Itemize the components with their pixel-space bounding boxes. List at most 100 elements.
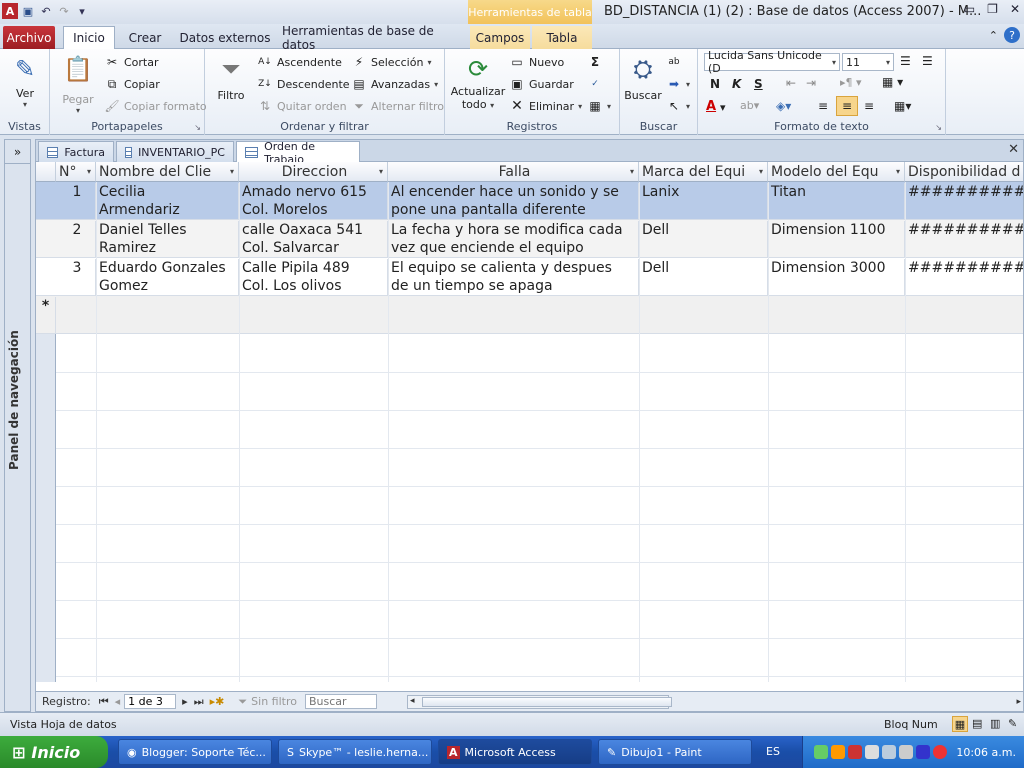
numbering-icon[interactable]: ☰ (922, 54, 933, 68)
dropdown-arrow-icon[interactable]: ▾ (379, 167, 383, 176)
font-color-icon[interactable]: A (706, 99, 716, 114)
last-record-icon[interactable]: ⏭ (194, 695, 204, 709)
no-filter-icon[interactable]: ⏷ (238, 695, 247, 709)
sort-descending-button[interactable]: Z↓ Descendente (257, 76, 349, 92)
cell-modelo[interactable]: Dimension 3000 (768, 259, 905, 295)
selection-button[interactable]: ⚡ Selección ▾ (351, 54, 432, 70)
cell-disponibilidad[interactable]: ############ (905, 259, 1023, 295)
taskbar-item-blogger[interactable]: ◉ Blogger: Soporte Téc... (118, 739, 272, 765)
filter-status[interactable]: Sin filtro (251, 695, 297, 708)
minimize-ribbon-icon[interactable]: ⌃ (989, 29, 998, 42)
underline-button[interactable]: S (754, 77, 763, 91)
help-icon[interactable]: ? (1004, 27, 1020, 43)
close-document-icon[interactable]: ✕ (1008, 142, 1019, 157)
format-painter-button[interactable]: 🖌 Copiar formato (104, 98, 206, 114)
align-center-icon[interactable]: ≡ (836, 96, 858, 116)
design-view-icon[interactable]: ✎ (1008, 717, 1017, 730)
font-family-combo[interactable]: Lucida Sans Unicode (D ▾ (704, 49, 840, 75)
dialog-launcher-icon[interactable]: ↘ (935, 123, 942, 132)
tab-crear[interactable]: Crear (122, 26, 168, 49)
cell-n[interactable]: 1 (56, 183, 96, 219)
nav-pane-toggle[interactable]: » (5, 140, 30, 164)
column-header-disponibilidad[interactable]: Disponibilidad d (905, 162, 1023, 182)
tab-datos-externos[interactable]: Datos externos (176, 26, 274, 49)
select-button[interactable]: ↖ ▾ (666, 98, 690, 114)
totals-button[interactable]: Σ (587, 54, 603, 70)
paragraph-direction-icon[interactable]: ▸¶ ▾ (840, 76, 862, 89)
dropdown-arrow-icon[interactable]: ▾ (87, 167, 91, 176)
sort-ascending-button[interactable]: A↓ Ascendente (257, 54, 342, 70)
next-record-icon[interactable]: ▸ (182, 695, 188, 708)
pivot-chart-icon[interactable]: ▥ (990, 717, 1000, 730)
column-header-modelo[interactable]: Modelo del Equ ▾ (768, 162, 905, 182)
cell-falla[interactable]: Al encender hace un sonido y se pone una… (388, 183, 639, 219)
access-icon[interactable]: A (2, 3, 18, 19)
dropdown-arrow-icon[interactable]: ▾ (759, 167, 763, 176)
antivirus-icon[interactable] (848, 745, 863, 759)
redo-icon[interactable]: ↷ (56, 3, 72, 19)
taskbar-item-access[interactable]: A Microsoft Access (438, 739, 592, 765)
tab-herramientas-bd[interactable]: Herramientas de base de datos (282, 24, 458, 52)
doc-tab-orden-trabajo[interactable]: Orden de Trabajo (236, 140, 360, 166)
refresh-all-button[interactable]: ⟳ Actualizar todo ▾ (451, 53, 506, 111)
cell-marca[interactable]: Dell (639, 259, 768, 295)
save-record-button[interactable]: ▣ Guardar (509, 76, 573, 92)
cell-falla[interactable]: El equipo se calienta y despues de un ti… (388, 259, 639, 295)
cut-button[interactable]: ✂ Cortar (104, 54, 159, 70)
column-header-direccion[interactable]: Direccion ▾ (239, 162, 388, 182)
taskbar-item-skype[interactable]: S Skype™ - leslie.herna... (278, 739, 432, 765)
tab-tabla[interactable]: Tabla (532, 26, 592, 49)
new-record-nav-icon[interactable]: ▸✱ (210, 695, 225, 708)
font-size-combo[interactable]: 11 ▾ (842, 53, 894, 71)
cell-marca[interactable]: Lanix (639, 183, 768, 219)
align-right-icon[interactable]: ≡ (864, 99, 874, 113)
align-left-icon[interactable]: ≡ (818, 99, 828, 113)
tray-icon[interactable] (831, 745, 846, 759)
cell-disponibilidad[interactable]: ############ (905, 221, 1023, 257)
spelling-button[interactable]: ✓ (587, 76, 603, 92)
doc-tab-inventario[interactable]: INVENTARIO_PC (116, 141, 234, 162)
alt-row-color-icon[interactable]: ▦▾ (894, 99, 911, 113)
restore-icon[interactable]: ❐ (987, 2, 998, 16)
dialog-launcher-icon[interactable]: ↘ (194, 123, 201, 132)
search-input[interactable] (304, 694, 377, 709)
more-records-button[interactable]: ▦ ▾ (587, 98, 611, 114)
cell-modelo[interactable]: Titan (768, 183, 905, 219)
toggle-filter-button[interactable]: ⏷ Alternar filtro (351, 98, 444, 114)
clock[interactable]: 10:06 a.m. (956, 746, 1016, 759)
new-record-button[interactable]: ▭ Nuevo (509, 54, 564, 70)
column-header-nombre[interactable]: Nombre del Clie ▾ (96, 162, 239, 182)
customize-qat-icon[interactable]: ▾ (74, 3, 90, 19)
datasheet-view-icon[interactable]: ▦ (952, 716, 968, 732)
pivot-table-icon[interactable]: ▤ (972, 717, 982, 730)
cell-direccion[interactable]: Amado nervo 615 Col. Morelos (239, 183, 388, 219)
view-button[interactable]: ✎ Ver ▾ (8, 53, 42, 109)
tray-icon[interactable] (916, 745, 931, 759)
bullets-icon[interactable]: ☰ (900, 54, 911, 68)
cell-nombre[interactable]: Daniel Telles Ramirez (96, 221, 239, 257)
tray-icon[interactable] (814, 745, 829, 759)
minimize-icon[interactable]: ▭ (964, 2, 975, 16)
filter-button[interactable]: ⏷ Filtro (211, 53, 251, 102)
volume-icon[interactable] (899, 745, 914, 759)
tab-archivo[interactable]: Archivo (3, 26, 55, 49)
prev-record-icon[interactable]: ◂ (115, 695, 121, 708)
dropdown-arrow-icon[interactable]: ▾ (230, 167, 234, 176)
delete-record-button[interactable]: ✕ Eliminar ▾ (509, 98, 582, 114)
replace-button[interactable]: ab (666, 54, 682, 70)
cell-direccion[interactable]: Calle Pipila 489 Col. Los olivos (239, 259, 388, 295)
cell-n[interactable]: 2 (56, 221, 96, 257)
nav-pane-label[interactable]: Panel de navegación (7, 330, 21, 470)
cell-direccion[interactable]: calle Oaxaca 541 Col. Salvarcar (239, 221, 388, 257)
cell-nombre[interactable]: Eduardo Gonzales Gomez (96, 259, 239, 295)
undo-icon[interactable]: ↶ (38, 3, 54, 19)
scroll-right-icon[interactable]: ▸ (1016, 697, 1021, 707)
cell-disponibilidad[interactable]: ############ (905, 183, 1023, 219)
scroll-left-icon[interactable]: ◂ (410, 696, 415, 706)
cell-nombre[interactable]: Cecilia Armendariz (96, 183, 239, 219)
highlight-icon[interactable]: ab▾ (740, 99, 759, 112)
copy-button[interactable]: ⧉ Copiar (104, 76, 160, 92)
italic-button[interactable]: K (732, 77, 741, 91)
tab-campos[interactable]: Campos (470, 26, 530, 49)
find-button[interactable]: ⛭ Buscar (624, 53, 662, 102)
